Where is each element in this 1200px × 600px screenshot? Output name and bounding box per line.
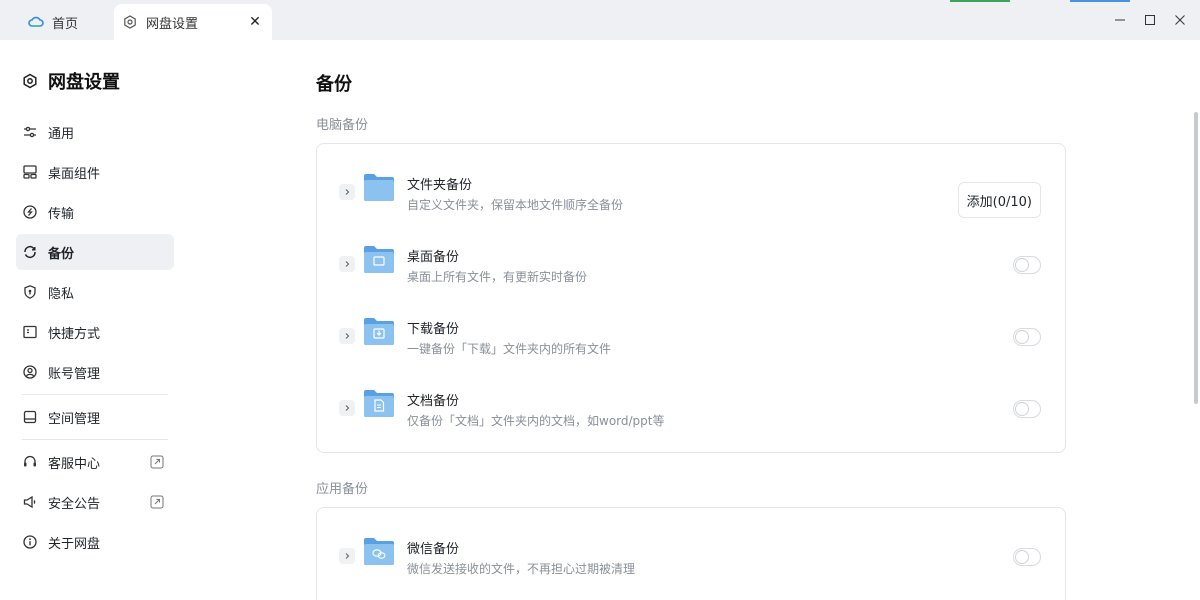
tab-settings[interactable]: 网盘设置 ✕ <box>114 4 272 40</box>
download-backup-toggle[interactable] <box>1013 328 1041 346</box>
sidebar-item-about[interactable]: 关于网盘 <box>16 524 174 560</box>
sidebar-item-shortcut[interactable]: 快捷方式 <box>16 314 174 350</box>
sidebar-item-label: 空间管理 <box>48 411 101 427</box>
main-window: 网盘设置 通用 桌面组件 传输 备份 隐私 快捷方式 账号管理 空间管理 客服中… <box>0 40 1200 600</box>
sidebar-item-storage[interactable]: 空间管理 <box>16 399 174 435</box>
app-backup-card: 微信备份 微信发送接收的文件，不再担心过期被清理 <box>316 507 1066 600</box>
row-description: 一键备份「下载」文件夹内的所有文件 <box>407 342 612 356</box>
row-description: 自定义文件夹，保留本地文件顺序全备份 <box>407 198 624 212</box>
desktop-backup-toggle[interactable] <box>1013 256 1041 274</box>
shield-icon <box>22 284 38 300</box>
row-description: 仅备份「文档」文件夹内的文档，如word/ppt等 <box>407 414 665 428</box>
headset-icon <box>22 454 38 470</box>
sidebar-item-privacy[interactable]: 隐私 <box>16 274 174 310</box>
section-label-app-backup: 应用备份 <box>316 482 369 497</box>
add-folder-button[interactable]: 添加(0/10) <box>957 182 1041 218</box>
info-icon <box>22 534 38 550</box>
sidebar-item-desktop-widget[interactable]: 桌面组件 <box>16 154 174 190</box>
cloud-icon <box>28 14 44 30</box>
expand-chevron-button[interactable] <box>339 400 355 416</box>
backup-row-folder: 文件夹备份 自定义文件夹，保留本地文件顺序全备份 添加(0/10) <box>317 154 1065 226</box>
sidebar-item-label: 通用 <box>48 126 75 142</box>
row-title: 下载备份 <box>407 322 460 337</box>
shortcut-icon <box>22 324 38 340</box>
backup-row-desktop: 桌面备份 桌面上所有文件，有更新实时备份 <box>317 226 1065 298</box>
minimize-button[interactable] <box>1108 8 1132 32</box>
backup-row-documents: 文档备份 仅备份「文档」文件夹内的文档，如word/ppt等 <box>317 370 1065 442</box>
row-title: 文档备份 <box>407 394 460 409</box>
settings-hex-icon <box>22 73 38 89</box>
sidebar-item-general[interactable]: 通用 <box>16 114 174 150</box>
title-bar: 首页 网盘设置 ✕ <box>0 0 1200 40</box>
scrollbar[interactable] <box>1194 112 1198 404</box>
expand-chevron-button[interactable] <box>339 256 355 272</box>
row-title: 微信备份 <box>407 542 460 557</box>
sliders-icon <box>22 124 38 140</box>
settings-hex-icon <box>122 14 138 30</box>
sidebar-item-customer-service[interactable]: 客服中心 <box>16 444 174 480</box>
expand-chevron-button[interactable] <box>339 548 355 564</box>
sidebar-divider <box>22 394 168 395</box>
row-title: 文件夹备份 <box>407 178 473 193</box>
sidebar-item-label: 安全公告 <box>48 496 101 512</box>
backup-row-download: 下载备份 一键备份「下载」文件夹内的所有文件 <box>317 298 1065 370</box>
tab-home[interactable]: 首页 <box>28 4 118 40</box>
sidebar-item-label: 快捷方式 <box>48 326 101 342</box>
page-title: 备份 <box>316 74 352 95</box>
sidebar-item-label: 账号管理 <box>48 366 101 382</box>
sidebar-item-transfer[interactable]: 传输 <box>16 194 174 230</box>
external-link-icon <box>150 495 164 509</box>
download-folder-icon <box>363 316 395 346</box>
storage-icon <box>22 409 38 425</box>
external-link-icon <box>150 455 164 469</box>
transfer-icon <box>22 204 38 220</box>
document-backup-toggle[interactable] <box>1013 400 1041 418</box>
tab-label: 首页 <box>52 16 79 32</box>
desktop-folder-icon <box>363 244 395 274</box>
row-description: 桌面上所有文件，有更新实时备份 <box>407 270 588 284</box>
sidebar-item-label: 传输 <box>48 206 75 222</box>
announce-icon <box>22 494 38 510</box>
wechat-folder-icon <box>363 536 395 566</box>
sidebar-item-security-notice[interactable]: 安全公告 <box>16 484 174 520</box>
row-title: 桌面备份 <box>407 250 460 265</box>
sidebar-item-label: 桌面组件 <box>48 166 101 182</box>
close-tab-button[interactable]: ✕ <box>246 13 264 31</box>
expand-chevron-button[interactable] <box>339 184 355 200</box>
sidebar-item-label: 备份 <box>48 246 75 262</box>
backup-row-wechat: 微信备份 微信发送接收的文件，不再担心过期被清理 <box>317 518 1065 590</box>
pc-backup-card: 文件夹备份 自定义文件夹，保留本地文件顺序全备份 添加(0/10) 桌面备份 桌… <box>316 143 1066 453</box>
wechat-backup-toggle[interactable] <box>1013 548 1041 566</box>
sidebar-item-label: 关于网盘 <box>48 536 101 552</box>
close-window-button[interactable] <box>1168 8 1192 32</box>
document-folder-icon <box>363 388 395 418</box>
sidebar-item-label: 客服中心 <box>48 456 101 472</box>
widget-icon <box>22 164 38 180</box>
row-description: 微信发送接收的文件，不再担心过期被清理 <box>407 562 636 576</box>
sidebar-item-label: 隐私 <box>48 286 75 302</box>
tab-label: 网盘设置 <box>146 16 199 32</box>
maximize-button[interactable] <box>1138 8 1162 32</box>
sidebar-title-text: 网盘设置 <box>48 72 120 93</box>
folder-icon <box>363 172 395 202</box>
section-label-pc-backup: 电脑备份 <box>316 118 369 133</box>
expand-chevron-button[interactable] <box>339 328 355 344</box>
account-icon <box>22 364 38 380</box>
backup-icon <box>22 244 38 260</box>
sidebar-item-account[interactable]: 账号管理 <box>16 354 174 390</box>
sidebar-divider <box>22 439 168 440</box>
accent-strip <box>1070 0 1130 2</box>
sidebar: 网盘设置 通用 桌面组件 传输 备份 隐私 快捷方式 账号管理 空间管理 客服中… <box>0 40 190 600</box>
sidebar-title: 网盘设置 <box>22 68 120 94</box>
sidebar-item-backup[interactable]: 备份 <box>16 234 174 270</box>
accent-strip <box>950 0 1010 2</box>
